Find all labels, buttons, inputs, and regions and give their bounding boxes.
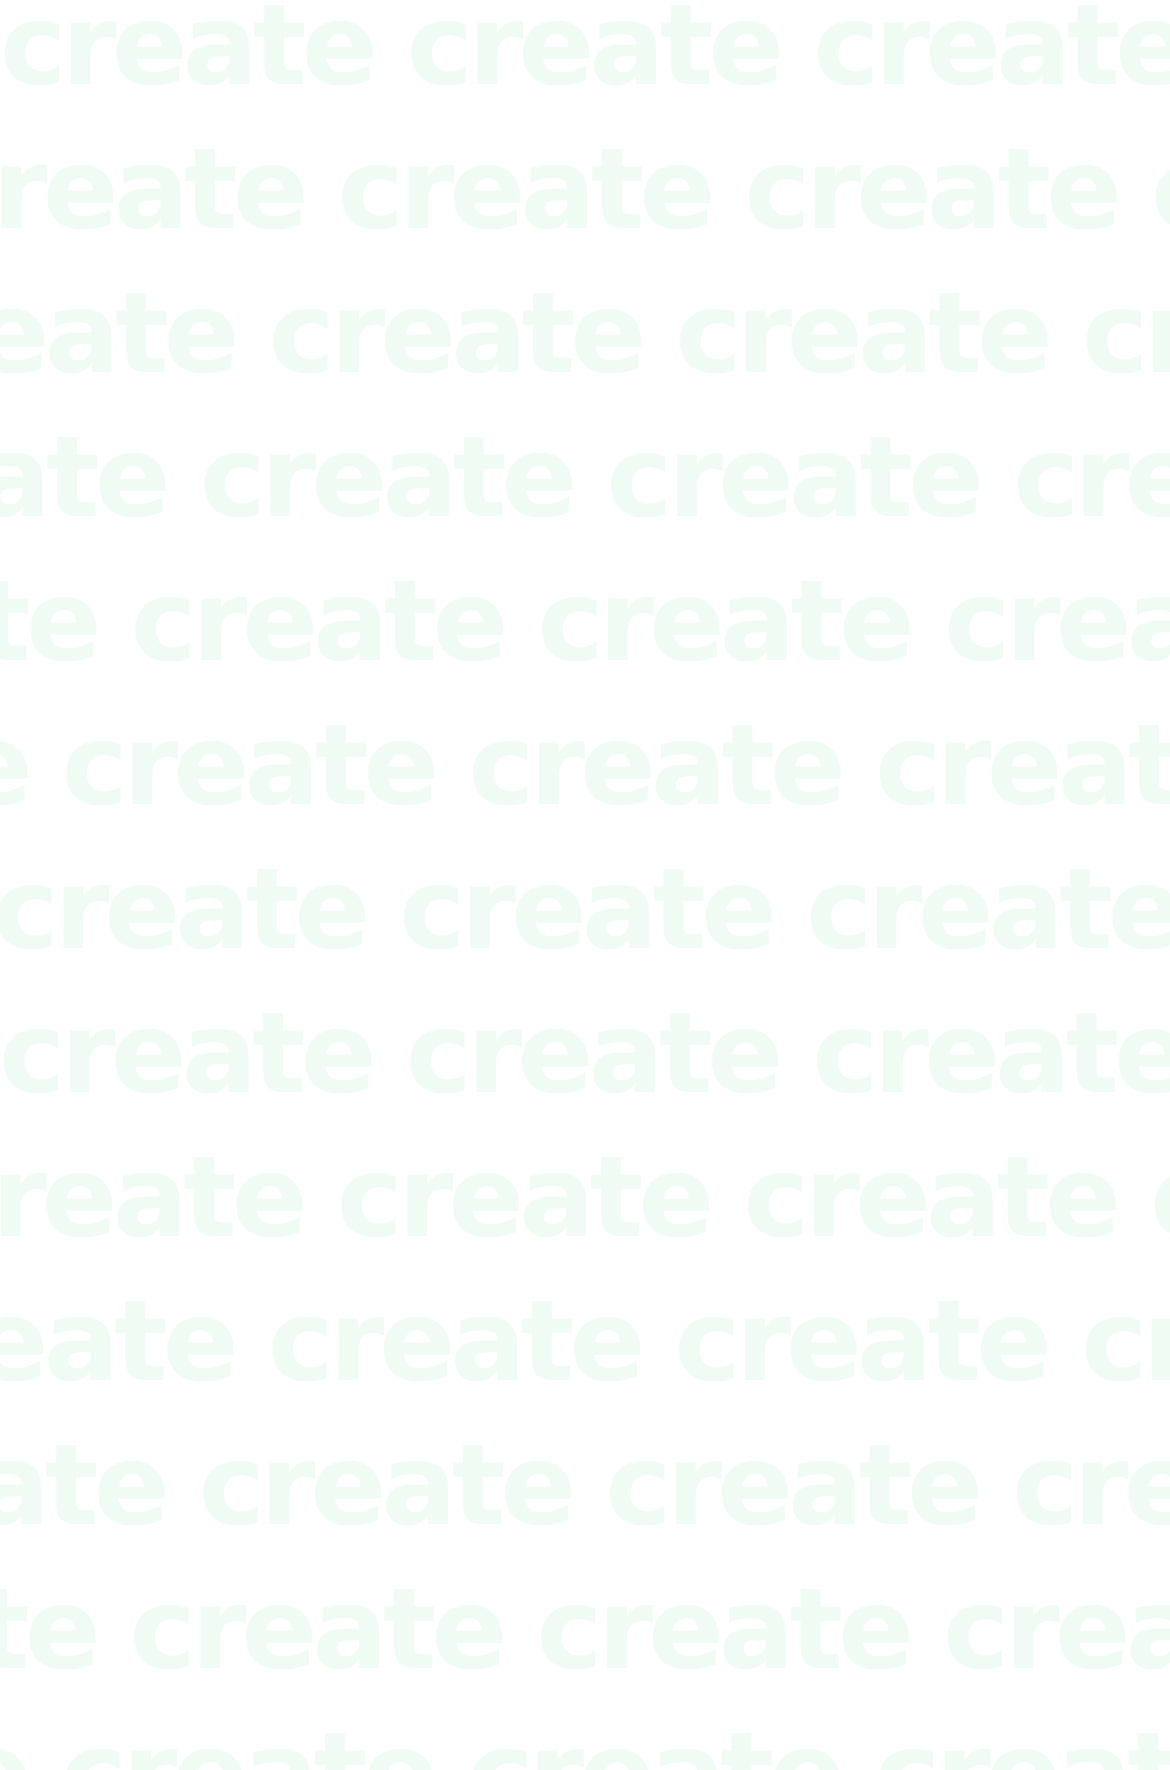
pattern-word: create (1082, 269, 1170, 399)
pattern-row: createcreatecreatecreatecreate (0, 854, 1170, 966)
pattern-word: create (874, 1718, 1170, 1770)
pattern-word: create (812, 989, 1170, 1119)
pattern-word: create (0, 1133, 308, 1263)
pattern-word: create (1151, 134, 1170, 246)
pattern-word: create (675, 269, 1053, 399)
pattern-word: create (0, 413, 171, 543)
pattern-row: createcreatecreatecreatecreate (0, 1142, 1170, 1254)
pattern-word: create (1013, 413, 1170, 543)
pattern-word: create (199, 413, 578, 543)
pattern-row: createcreatecreatecreatecreate (0, 566, 1170, 678)
pattern-word: create (674, 1277, 1052, 1407)
pattern-row: createcreatecreatecreatecreate (0, 1430, 1170, 1542)
pattern-word: create (1012, 1421, 1170, 1551)
pattern-word: create (744, 125, 1122, 255)
pattern-word: create (337, 125, 716, 255)
pattern-word: create (606, 413, 984, 543)
pattern-word: create (198, 1421, 577, 1551)
pattern-word: create (0, 1277, 239, 1407)
pattern-word: create (468, 701, 846, 831)
pattern-word: create (743, 1133, 1121, 1263)
pattern-word: create (399, 845, 777, 975)
pattern-row: createcreatecreatecreatecreate (0, 998, 1170, 1110)
pattern-word: create (0, 1718, 32, 1770)
pattern-word: create (405, 989, 784, 1119)
pattern-word: create (268, 269, 647, 399)
pattern-word: create (536, 1565, 914, 1695)
pattern-word: create (0, 125, 309, 255)
pattern-word: create (0, 1421, 170, 1551)
create-word-pattern: createcreatecreatecreatecreatecreatecrea… (0, 0, 1170, 1770)
pattern-word: create (61, 701, 440, 831)
pattern-word: create (875, 701, 1170, 831)
pattern-word: create (0, 1565, 101, 1695)
pattern-word: create (130, 557, 509, 687)
pattern-word: create (1150, 1142, 1170, 1254)
pattern-word: create (61, 1718, 439, 1770)
pattern-row: createcreatecreatecreatecreate (0, 1286, 1170, 1398)
pattern-word: create (267, 1277, 646, 1407)
pattern-word: create (0, 845, 370, 975)
pattern-word: create (1081, 1277, 1170, 1407)
pattern-word: create (605, 1421, 983, 1551)
pattern-word: create (0, 989, 377, 1119)
pattern-word: create (806, 845, 1170, 975)
pattern-word: create (0, 557, 102, 687)
pattern-row: createcreatecreatecreatecreate (0, 278, 1170, 390)
pattern-word: create (129, 1565, 508, 1695)
pattern-word: create (943, 1565, 1170, 1695)
pattern-word: create (336, 1133, 715, 1263)
pattern-row: createcreatecreatecreatecreate (0, 1574, 1170, 1686)
pattern-row: createcreatecreatecreatecreate (0, 422, 1170, 534)
pattern-row: createcreatecreatecreatecreate (0, 710, 1170, 822)
pattern-word: create (467, 1718, 845, 1770)
pattern-word: create (813, 0, 1170, 111)
pattern-word: create (944, 557, 1170, 687)
pattern-word: create (0, 0, 378, 111)
pattern-word: create (406, 0, 785, 111)
pattern-row: createcreatecreatecreatecreate (0, 0, 1170, 102)
pattern-word: create (0, 710, 33, 822)
pattern-row: createcreatecreatecreatecreate (0, 134, 1170, 246)
pattern-word: create (0, 269, 240, 399)
pattern-word: create (537, 557, 915, 687)
pattern-row: createcreatecreatecreatecreate (0, 1718, 1170, 1770)
